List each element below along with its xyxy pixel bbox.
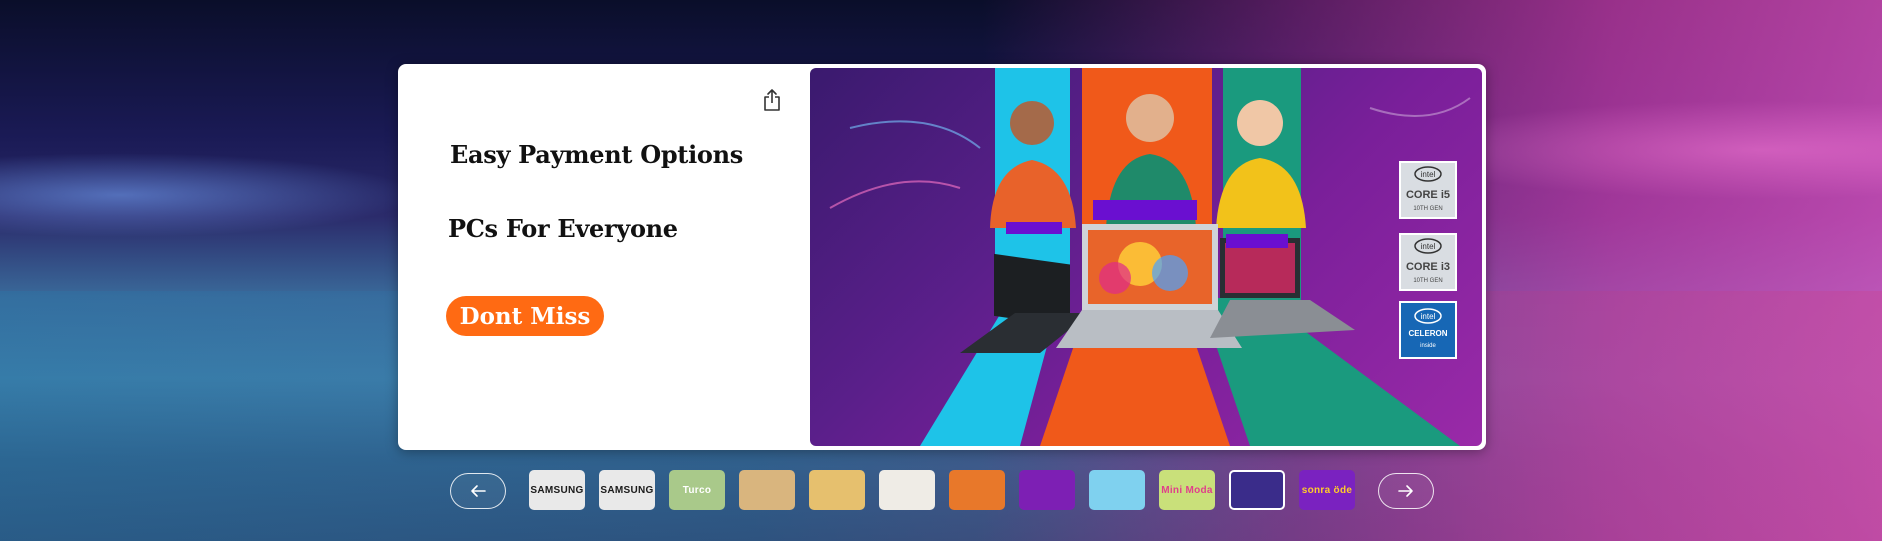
next-slide-button[interactable]	[1378, 473, 1434, 509]
slide-thumbnail[interactable]	[1229, 470, 1285, 510]
svg-text:10TH GEN: 10TH GEN	[1413, 206, 1442, 212]
promo-slide-card: Easy Payment Options PCs For Everyone Do…	[398, 64, 1486, 450]
banner-artwork: intel CORE i5 10TH GEN intel CORE i3 10T…	[829, 68, 1471, 446]
svg-text:intel: intel	[1421, 242, 1436, 251]
share-button[interactable]	[758, 86, 786, 114]
slide-thumbnail[interactable]	[739, 470, 795, 510]
previous-slide-button[interactable]	[450, 473, 506, 509]
person-1	[1010, 101, 1054, 145]
arrow-right-icon	[1398, 485, 1413, 497]
thumbnail-label: Turco	[682, 484, 712, 496]
slide-thumbnail[interactable]	[1019, 470, 1075, 510]
slide-thumbnail[interactable]	[809, 470, 865, 510]
thumbnail-label: sonra öde	[1301, 484, 1353, 496]
svg-text:10TH GEN: 10TH GEN	[1413, 278, 1442, 284]
slide-thumbnail[interactable]: Mini Moda	[1159, 470, 1215, 510]
intel-celeron-badge: intel CELERON inside	[1399, 301, 1457, 359]
arrow-left-icon	[471, 485, 486, 497]
thumbnail-label: Mini Moda	[1161, 484, 1213, 496]
laptop-campaign-banner[interactable]: intel CORE i5 10TH GEN intel CORE i3 10T…	[810, 68, 1482, 446]
dont-miss-button[interactable]: Dont Miss	[446, 296, 604, 336]
slide-thumbnail[interactable]: Turco	[669, 470, 725, 510]
share-icon	[764, 89, 780, 111]
slide-thumbnail-strip: SAMSUNG SAMSUNG Turco Mini Moda sonra öde	[0, 468, 1882, 516]
slide-thumbnail[interactable]	[1089, 470, 1145, 510]
slide-subline: PCs For Everyone	[448, 214, 678, 243]
laptop-right	[1210, 234, 1355, 338]
svg-text:inside: inside	[1420, 343, 1436, 349]
svg-text:CELERON: CELERON	[1408, 329, 1447, 338]
slide-thumbnail[interactable]: SAMSUNG	[529, 470, 585, 510]
intel-core-i3-badge: intel CORE i3 10TH GEN	[1399, 233, 1457, 291]
slide-thumbnail[interactable]: sonra öde	[1299, 470, 1355, 510]
svg-text:intel: intel	[1421, 170, 1436, 179]
slide-thumbnail[interactable]	[949, 470, 1005, 510]
person-2	[1126, 94, 1174, 142]
slide-thumbnail[interactable]	[879, 470, 935, 510]
intel-core-i5-badge: intel CORE i5 10TH GEN	[1399, 161, 1457, 219]
thumbnail-label: SAMSUNG	[600, 484, 654, 496]
slide-thumbnail[interactable]: SAMSUNG	[599, 470, 655, 510]
thumbnail-label: SAMSUNG	[530, 484, 584, 496]
svg-text:CORE i3: CORE i3	[1406, 261, 1450, 273]
svg-text:intel: intel	[1421, 312, 1436, 321]
svg-text:CORE i5: CORE i5	[1406, 189, 1450, 201]
person-3	[1237, 100, 1283, 146]
slide-headline: Easy Payment Options	[450, 140, 743, 169]
